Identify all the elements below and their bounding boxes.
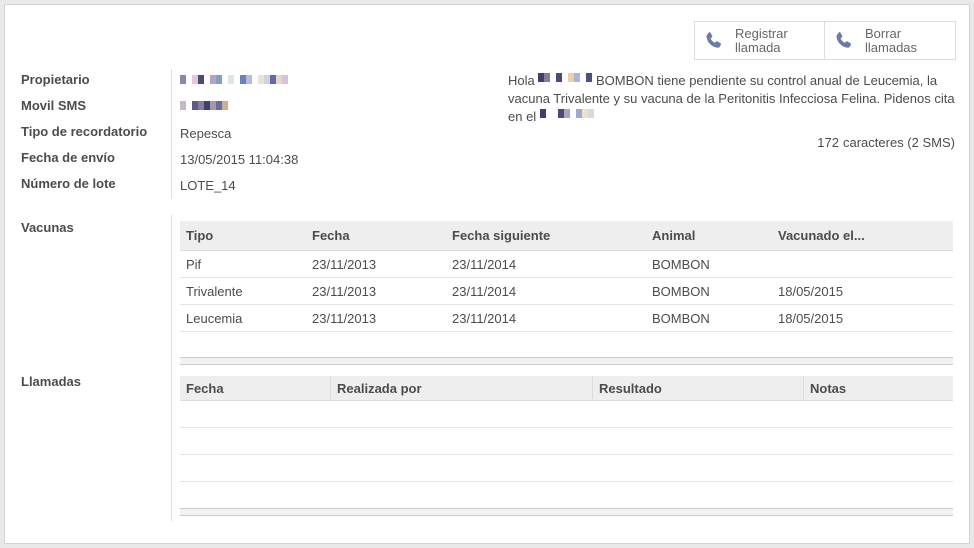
- col-tipo[interactable]: Tipo: [180, 221, 306, 251]
- cell: BOMBON: [646, 304, 772, 332]
- sms-name-redacted: [538, 73, 593, 82]
- vaccines-table-footer: [180, 357, 953, 365]
- col-resultado[interactable]: Resultado: [592, 376, 804, 401]
- sms-text: SMS): [918, 135, 955, 150]
- cell: 23/11/2014: [446, 250, 646, 278]
- vaccines-table: Tipo Fecha Fecha siguiente Animal Vacuna…: [180, 221, 953, 332]
- send-date-label: Fecha de envío: [21, 150, 115, 165]
- vaccines-header-row: Tipo Fecha Fecha siguiente Animal Vacuna…: [180, 221, 953, 251]
- empty-row: [180, 454, 953, 482]
- col-vacunado-el[interactable]: Vacunado el...: [772, 221, 953, 251]
- field-separator: [171, 69, 172, 199]
- col-animal[interactable]: Animal: [646, 221, 772, 251]
- register-call-label: Registrar llamada: [735, 25, 788, 55]
- cell: Leucemia: [180, 304, 306, 332]
- col-realizada-por[interactable]: Realizada por: [330, 376, 593, 401]
- vaccines-label: Vacunas: [21, 220, 74, 235]
- char-count: 172: [817, 135, 839, 150]
- calls-table: Fecha Realizada por Resultado Notas: [180, 376, 953, 509]
- cell: 23/11/2013: [306, 304, 446, 332]
- register-call-button[interactable]: Registrar llamada: [694, 21, 825, 60]
- phone-icon: [706, 31, 722, 48]
- batch-label: Número de lote: [21, 176, 116, 191]
- empty-row: [180, 427, 953, 455]
- table-row[interactable]: Leucemia 23/11/2013 23/11/2014 BOMBON 18…: [180, 304, 953, 332]
- cell: [772, 250, 953, 278]
- cell: 23/11/2013: [306, 250, 446, 278]
- cell: 23/11/2014: [446, 277, 646, 305]
- owner-value-redacted: [180, 75, 288, 84]
- sms-clinic-redacted: [539, 109, 594, 118]
- chars-text: caracteres (: [843, 135, 912, 150]
- mobile-value-redacted: [180, 101, 228, 110]
- reminder-type-label: Tipo de recordatorio: [21, 124, 148, 139]
- cell: 18/05/2015: [772, 304, 953, 332]
- clear-calls-button[interactable]: Borrar llamadas: [825, 21, 956, 60]
- table-row[interactable]: Trivalente 23/11/2013 23/11/2014 BOMBON …: [180, 277, 953, 305]
- calls-table-footer: [180, 508, 953, 516]
- clear-calls-label: Borrar llamadas: [865, 25, 918, 55]
- calls-header-row: Fecha Realizada por Resultado Notas: [180, 376, 953, 401]
- cell: Pif: [180, 250, 306, 278]
- cell: BOMBON: [646, 250, 772, 278]
- col-fecha[interactable]: Fecha: [180, 376, 331, 401]
- col-fecha[interactable]: Fecha: [306, 221, 446, 251]
- sms-count: 2: [911, 135, 919, 150]
- calls-label: Llamadas: [21, 374, 81, 389]
- cell: 18/05/2015: [772, 277, 953, 305]
- call-buttons: Registrar llamada Borrar llamadas: [694, 21, 956, 60]
- cell: 23/11/2013: [306, 277, 446, 305]
- batch-value: LOTE_14: [180, 178, 236, 193]
- col-fecha-siguiente[interactable]: Fecha siguiente: [446, 221, 646, 251]
- sms-message: Hola BOMBON tiene pendiente su control a…: [508, 72, 958, 126]
- cell: BOMBON: [646, 277, 772, 305]
- section-separator: [171, 215, 172, 521]
- table-row[interactable]: Pif 23/11/2013 23/11/2014 BOMBON: [180, 250, 953, 278]
- phone-icon: [836, 31, 852, 48]
- empty-row: [180, 481, 953, 509]
- reminder-type-value: Repesca: [180, 126, 232, 141]
- owner-label: Propietario: [21, 72, 90, 87]
- col-notas[interactable]: Notas: [803, 376, 953, 401]
- empty-row: [180, 400, 953, 428]
- cell: Trivalente: [180, 277, 306, 305]
- sms-greeting: Hola: [508, 73, 535, 88]
- form-sheet: Registrar llamada Borrar llamadas Propie…: [4, 4, 970, 544]
- mobile-label: Movil SMS: [21, 98, 87, 113]
- cell: 23/11/2014: [446, 304, 646, 332]
- send-date-value: 13/05/2015 11:04:38: [180, 152, 299, 167]
- sms-char-counter: 172 caracteres (2 SMS): [817, 135, 955, 150]
